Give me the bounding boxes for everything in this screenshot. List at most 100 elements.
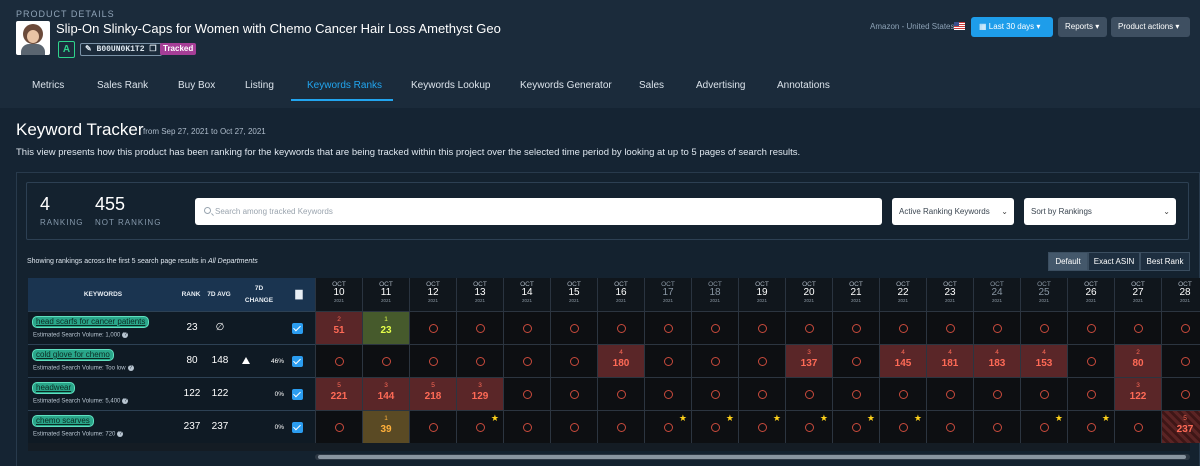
tab-annotations[interactable]: Annotations bbox=[777, 80, 830, 91]
keyword-chip[interactable]: cold glove for chemo bbox=[32, 349, 114, 361]
bar-chart-icon[interactable]: ▇ bbox=[293, 289, 305, 300]
rank-cell[interactable] bbox=[644, 377, 691, 410]
date-column-header[interactable]: OCT 22 2021 bbox=[879, 278, 926, 311]
rank-cell[interactable]: ★ bbox=[785, 410, 832, 443]
date-column-header[interactable]: OCT 27 2021 bbox=[1114, 278, 1161, 311]
rank-cell[interactable] bbox=[644, 311, 691, 344]
date-column-header[interactable]: OCT 10 2021 bbox=[315, 278, 362, 311]
rank-cell[interactable] bbox=[456, 344, 503, 377]
rank-cell[interactable] bbox=[1067, 311, 1114, 344]
rank-cell[interactable]: 4 145 bbox=[879, 344, 926, 377]
view-default-button[interactable]: Default bbox=[1048, 252, 1088, 271]
rank-cell[interactable]: 4 180 bbox=[597, 344, 644, 377]
rank-cell[interactable]: 5 218 bbox=[409, 377, 456, 410]
keyword-checkbox[interactable] bbox=[292, 422, 303, 433]
scrollbar-thumb[interactable] bbox=[318, 455, 1186, 459]
rank-cell[interactable]: 3 144 bbox=[362, 377, 409, 410]
rank-cell[interactable] bbox=[691, 311, 738, 344]
keyword-search[interactable] bbox=[195, 198, 882, 225]
rank-cell[interactable]: 2 51 bbox=[315, 311, 362, 344]
rank-cell[interactable] bbox=[503, 311, 550, 344]
rank-cell[interactable] bbox=[879, 377, 926, 410]
date-column-header[interactable]: OCT 23 2021 bbox=[926, 278, 973, 311]
rank-cell[interactable] bbox=[550, 410, 597, 443]
rank-cell[interactable]: 4 183 bbox=[973, 344, 1020, 377]
date-column-header[interactable]: OCT 17 2021 bbox=[644, 278, 691, 311]
col-7d-avg[interactable]: 7D AVG bbox=[204, 291, 234, 298]
rank-cell[interactable]: 4 153 bbox=[1020, 344, 1067, 377]
keyword-chip[interactable]: head scarfs for cancer patients bbox=[32, 316, 150, 328]
rank-cell[interactable]: 1 23 bbox=[362, 311, 409, 344]
date-column-header[interactable]: OCT 28 2021 bbox=[1161, 278, 1200, 311]
rank-cell[interactable]: ★ bbox=[644, 410, 691, 443]
keyword-checkbox[interactable] bbox=[292, 356, 303, 367]
rank-cell[interactable] bbox=[1020, 377, 1067, 410]
tab-keywords-ranks[interactable]: Keywords Ranks bbox=[307, 80, 382, 91]
rank-cell[interactable] bbox=[926, 410, 973, 443]
product-actions-button[interactable]: Product actions ▾ bbox=[1111, 17, 1190, 37]
rank-cell[interactable] bbox=[315, 344, 362, 377]
rank-cell[interactable]: ★ bbox=[832, 410, 879, 443]
rank-cell[interactable] bbox=[597, 311, 644, 344]
rank-cell[interactable] bbox=[409, 410, 456, 443]
rank-cell[interactable] bbox=[832, 311, 879, 344]
date-column-header[interactable]: OCT 26 2021 bbox=[1067, 278, 1114, 311]
rank-cell[interactable] bbox=[409, 344, 456, 377]
help-icon[interactable]: ? bbox=[117, 431, 124, 437]
rank-cell[interactable]: 5 221 bbox=[315, 377, 362, 410]
product-thumbnail[interactable] bbox=[16, 21, 50, 55]
horizontal-scrollbar[interactable] bbox=[315, 454, 1190, 460]
rank-cell[interactable] bbox=[1020, 311, 1067, 344]
rank-cell[interactable]: ★ bbox=[691, 410, 738, 443]
rank-cell[interactable]: ★ bbox=[456, 410, 503, 443]
keyword-checkbox[interactable] bbox=[292, 389, 303, 400]
rank-cell[interactable] bbox=[1114, 410, 1161, 443]
tab-listing[interactable]: Listing bbox=[245, 80, 274, 91]
rank-cell[interactable] bbox=[738, 377, 785, 410]
asin-badge[interactable]: ✎ B00UN0K1T2 ❐ bbox=[80, 43, 162, 56]
tab-keywords-lookup[interactable]: Keywords Lookup bbox=[411, 80, 491, 91]
date-column-header[interactable]: OCT 19 2021 bbox=[738, 278, 785, 311]
rank-cell[interactable]: 5 237 bbox=[1161, 410, 1200, 443]
rank-cell[interactable] bbox=[1067, 377, 1114, 410]
rank-cell[interactable] bbox=[644, 344, 691, 377]
rank-cell[interactable] bbox=[362, 344, 409, 377]
keyword-chip[interactable]: headwear bbox=[32, 382, 76, 394]
rank-cell[interactable] bbox=[691, 344, 738, 377]
tab-metrics[interactable]: Metrics bbox=[32, 80, 64, 91]
tab-sales[interactable]: Sales bbox=[639, 80, 664, 91]
rank-cell[interactable] bbox=[503, 344, 550, 377]
rank-cell[interactable]: 3 137 bbox=[785, 344, 832, 377]
rank-cell[interactable] bbox=[1161, 311, 1200, 344]
rank-cell[interactable] bbox=[550, 311, 597, 344]
rank-cell[interactable] bbox=[550, 344, 597, 377]
rank-cell[interactable] bbox=[785, 311, 832, 344]
rank-cell[interactable] bbox=[1067, 344, 1114, 377]
help-icon[interactable]: ? bbox=[127, 365, 134, 371]
date-column-header[interactable]: OCT 11 2021 bbox=[362, 278, 409, 311]
rank-cell[interactable] bbox=[973, 311, 1020, 344]
rank-cell[interactable] bbox=[503, 410, 550, 443]
help-icon[interactable]: ? bbox=[122, 398, 129, 404]
date-column-header[interactable]: OCT 14 2021 bbox=[503, 278, 550, 311]
col-7d-change[interactable]: 7D CHANGE bbox=[241, 283, 277, 307]
filter-select[interactable]: Active Ranking Keywords ⌄ bbox=[892, 198, 1014, 225]
tab-buy-box[interactable]: Buy Box bbox=[178, 80, 215, 91]
rank-cell[interactable]: 1 39 bbox=[362, 410, 409, 443]
reports-button[interactable]: Reports ▾ bbox=[1058, 17, 1107, 37]
rank-cell[interactable]: ★ bbox=[738, 410, 785, 443]
rank-cell[interactable]: 2 80 bbox=[1114, 344, 1161, 377]
rank-cell[interactable] bbox=[832, 344, 879, 377]
date-column-header[interactable]: OCT 13 2021 bbox=[456, 278, 503, 311]
rank-cell[interactable] bbox=[597, 410, 644, 443]
rank-cell[interactable] bbox=[738, 344, 785, 377]
rank-cell[interactable] bbox=[315, 410, 362, 443]
rank-cell[interactable] bbox=[503, 377, 550, 410]
date-column-header[interactable]: OCT 24 2021 bbox=[973, 278, 1020, 311]
rank-cell[interactable] bbox=[456, 311, 503, 344]
rank-cell[interactable]: ★ bbox=[879, 410, 926, 443]
tab-sales-rank[interactable]: Sales Rank bbox=[97, 80, 148, 91]
view-exact-asin-button[interactable]: Exact ASIN bbox=[1088, 252, 1140, 271]
tab-advertising[interactable]: Advertising bbox=[696, 80, 745, 91]
rank-cell[interactable] bbox=[879, 311, 926, 344]
